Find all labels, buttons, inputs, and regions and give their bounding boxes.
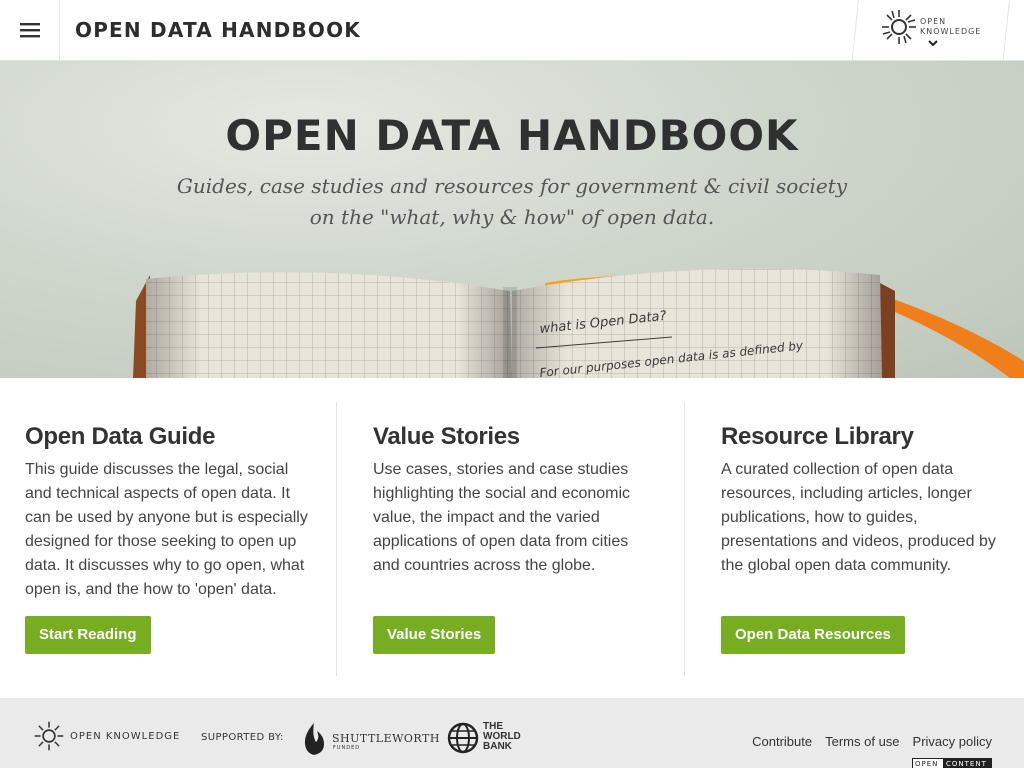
- start-reading-button[interactable]: Start Reading: [25, 616, 151, 654]
- badge-left-text: OPEN: [915, 760, 939, 768]
- menu-button[interactable]: [0, 0, 60, 60]
- column-value-stories: Value Stories Use cases, stories and cas…: [373, 402, 673, 676]
- site-header: OPEN DATA HANDBOOK OPEN KNOWLEDGE: [0, 0, 1024, 61]
- world-bank-text: THE WORLD BANK: [483, 722, 521, 752]
- menu-icon: [19, 23, 40, 38]
- org-logo-line2: KNOWLEDGE: [920, 27, 982, 36]
- column-title: Open Data Guide: [25, 423, 216, 450]
- footer-open-knowledge-logo[interactable]: OPEN KNOWLEDGE: [33, 720, 183, 752]
- column-divider: [336, 402, 337, 676]
- org-logo-text: OPEN KNOWLEDGE: [920, 17, 981, 37]
- column-title: Resource Library: [721, 423, 914, 450]
- world-bank-globe-icon: [447, 722, 479, 754]
- hero-subtitle-line1: Guides, case studies and resources for g…: [176, 174, 848, 198]
- hero-banner: what is Open Data? For our purposes open…: [0, 61, 1024, 378]
- open-data-resources-button[interactable]: Open Data Resources: [721, 616, 905, 654]
- hero-subtitle-line2: on the "what, why & how" of open data.: [309, 205, 715, 229]
- supported-by-label: SUPPORTED BY:: [201, 732, 284, 743]
- org-logo-line1: OPEN: [920, 17, 947, 26]
- column-divider: [684, 402, 685, 676]
- column-text: Use cases, stories and case studies high…: [373, 461, 631, 574]
- site-title[interactable]: OPEN DATA HANDBOOK: [75, 18, 361, 42]
- footer-links: Contribute Terms of use Privacy policy: [752, 734, 992, 749]
- column-text: A curated collection of open data resour…: [721, 461, 996, 574]
- shuttleworth-sub: FUNDED: [333, 745, 361, 751]
- column-open-data-guide: Open Data Guide This guide discusses the…: [25, 402, 325, 676]
- privacy-policy-link[interactable]: Privacy policy: [913, 734, 992, 749]
- shuttleworth-logo[interactable]: SHUTTLEWORTH FUNDED: [300, 722, 439, 755]
- badge-right-text: CONTENT: [946, 760, 987, 768]
- shuttleworth-flame-icon: [304, 723, 324, 755]
- column-text: This guide discusses the legal, social a…: [25, 461, 308, 598]
- footer-org-name: OPEN KNOWLEDGE: [70, 731, 181, 742]
- open-knowledge-logo-icon: [882, 10, 916, 44]
- shuttleworth-name: SHUTTLEWORTH: [332, 732, 440, 745]
- open-content-badge[interactable]: OPEN CONTENT: [912, 758, 992, 768]
- badge-dark-block: CONTENT: [943, 759, 991, 768]
- terms-of-use-link[interactable]: Terms of use: [825, 734, 899, 749]
- site-footer: OPEN KNOWLEDGE SUPPORTED BY: SHUTTLEWORT…: [0, 698, 1024, 768]
- chevron-down-icon[interactable]: [928, 40, 938, 47]
- value-stories-button[interactable]: Value Stories: [373, 616, 496, 654]
- open-knowledge-logo[interactable]: OPEN KNOWLEDGE: [880, 8, 990, 54]
- world-bank-line3: BANK: [483, 741, 512, 752]
- feature-columns: Open Data Guide This guide discusses the…: [0, 378, 1024, 698]
- column-resource-library: Resource Library A curated collection of…: [721, 402, 1011, 676]
- hero-title: OPEN DATA HANDBOOK: [225, 111, 799, 160]
- open-knowledge-logo-icon: [34, 721, 64, 751]
- hero-subtitle: Guides, case studies and resources for g…: [150, 171, 874, 233]
- column-title: Value Stories: [373, 423, 520, 450]
- contribute-link[interactable]: Contribute: [752, 734, 812, 749]
- world-bank-logo[interactable]: THE WORLD BANK: [447, 720, 527, 756]
